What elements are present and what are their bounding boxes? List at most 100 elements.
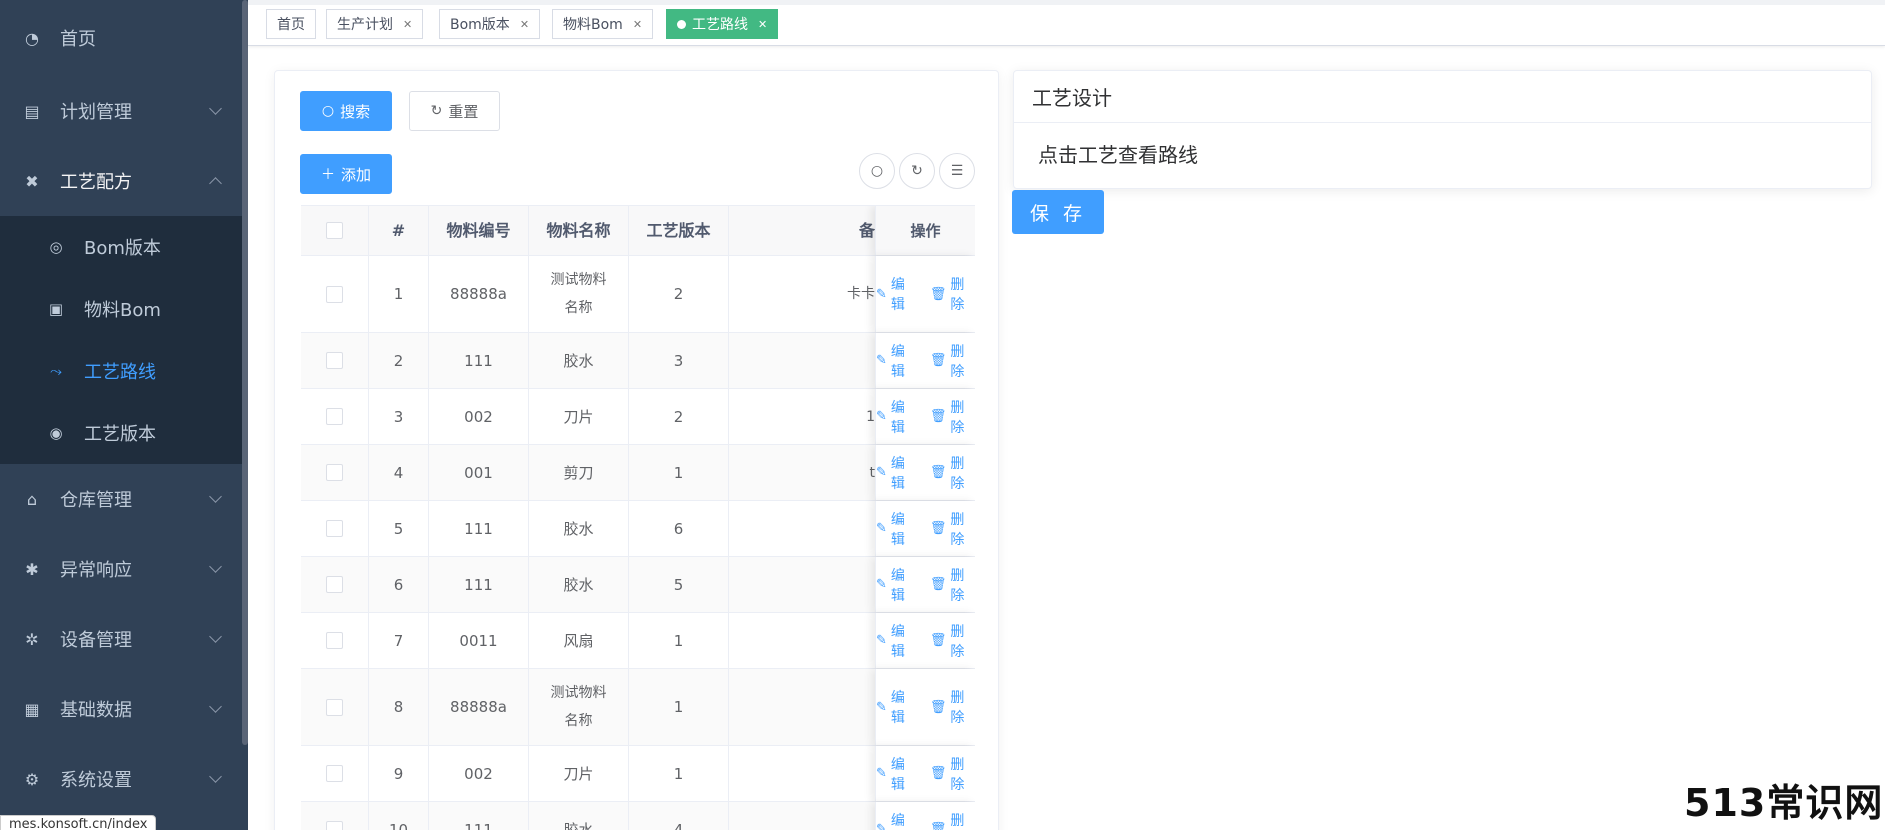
edit-button[interactable]: ✎编辑: [876, 453, 916, 493]
table-row[interactable]: 9 002 刀片 1 ✎ 编辑 🗑 删除: [301, 746, 975, 802]
refresh-table-button[interactable]: ↻: [899, 153, 935, 189]
header-material-code: 物料编号: [429, 206, 529, 255]
sidebar-item-home[interactable]: ◔ 首页: [0, 0, 248, 76]
trash-icon: 🗑: [929, 465, 947, 480]
edit-button[interactable]: ✎编辑: [876, 397, 916, 437]
edit-icon: ✎: [876, 286, 887, 302]
chevron-down-icon: [209, 700, 222, 713]
sidebar-item-material-bom[interactable]: ▣ 物料Bom: [0, 278, 248, 340]
chevron-down-icon: [209, 490, 222, 503]
edit-button[interactable]: ✎编辑: [876, 274, 916, 314]
edit-icon: ✎: [876, 822, 887, 830]
delete-button[interactable]: 🗑删除: [930, 453, 975, 493]
edit-button[interactable]: ✎编辑: [876, 565, 916, 605]
table-row[interactable]: 2 111 胶水 3 ✎ 编辑 🗑 删除: [301, 333, 975, 389]
select-all-checkbox[interactable]: [326, 222, 343, 239]
route-icon: ⤳: [49, 362, 62, 380]
delete-button[interactable]: 🗑删除: [930, 754, 975, 794]
tag-material-bom[interactable]: 物料Bom ✕: [552, 9, 654, 39]
row-actions: ✎编辑 🗑删除: [875, 669, 975, 745]
sidebar-item-label: 仓库管理: [60, 490, 132, 511]
close-icon[interactable]: ✕: [633, 18, 642, 31]
edit-button[interactable]: ✎编辑: [876, 341, 916, 381]
close-icon[interactable]: ✕: [403, 18, 412, 31]
row-checkbox[interactable]: [326, 632, 343, 649]
reset-button[interactable]: ↻ 重置: [409, 91, 500, 131]
edit-button[interactable]: ✎编辑: [876, 687, 916, 727]
row-checkbox[interactable]: [326, 285, 343, 303]
version-icon: ◎: [49, 238, 63, 256]
table-row[interactable]: 7 0011 风扇 1 ✎ 编辑 🗑 删除: [301, 613, 975, 669]
row-material-name: 风扇: [529, 613, 629, 668]
save-button[interactable]: 保 存: [1012, 190, 1104, 234]
table-row[interactable]: 4 001 剪刀 1 t ✎ 编辑 🗑 删除: [301, 445, 975, 501]
tag-process-route[interactable]: 工艺路线 ✕: [666, 9, 779, 39]
tag-home[interactable]: 首页: [266, 9, 316, 39]
table-row[interactable]: 3 002 刀片 2 1 ✎ 编辑 🗑 删除: [301, 389, 975, 445]
row-material-code: 111: [429, 802, 529, 830]
sidebar-item-system[interactable]: ⚙ 系统设置: [0, 744, 248, 814]
table-row[interactable]: 10111胶水4 ✎编辑 🗑删除: [301, 802, 975, 830]
trash-icon: 🗑: [929, 521, 947, 536]
row-checkbox[interactable]: [326, 464, 343, 481]
row-index: 9: [369, 746, 429, 801]
table-row[interactable]: 5 111 胶水 6 ✎ 编辑 🗑 删除: [301, 501, 975, 557]
table-row[interactable]: 6 111 胶水 5 ✎ 编辑 🗑 删除: [301, 557, 975, 613]
table-row[interactable]: 8 88888a 测试物料名称 1 ✎ 编辑 🗑 删除: [301, 669, 975, 746]
edit-button[interactable]: ✎编辑: [876, 754, 916, 794]
sidebar-item-exception[interactable]: ✱ 异常响应: [0, 534, 248, 604]
toggle-search-button[interactable]: ○: [859, 153, 895, 189]
trash-icon: 🗑: [929, 822, 947, 830]
chevron-up-icon: [209, 177, 222, 190]
tag-bom-version[interactable]: Bom版本 ✕: [439, 9, 541, 39]
bug-icon: ✱: [25, 559, 39, 579]
row-checkbox[interactable]: [326, 698, 343, 716]
gear-icon: ✲: [25, 629, 39, 649]
row-checkbox[interactable]: [326, 352, 343, 369]
tag-label: 工艺路线: [692, 17, 748, 33]
sidebar-item-bom-version[interactable]: ◎ Bom版本: [0, 216, 248, 278]
box-icon: ▣: [48, 300, 64, 318]
sidebar-item-warehouse[interactable]: ⌂ 仓库管理: [0, 464, 248, 534]
add-button[interactable]: ＋ 添加: [300, 154, 392, 194]
delete-button[interactable]: 🗑删除: [930, 509, 975, 549]
sidebar-item-process-route[interactable]: ⤳ 工艺路线: [0, 340, 248, 402]
search-button[interactable]: ○ 搜索: [300, 91, 392, 131]
process-design-hint: 点击工艺查看路线: [1038, 143, 1198, 167]
delete-button[interactable]: 🗑删除: [930, 810, 975, 830]
row-checkbox[interactable]: [326, 520, 343, 537]
table-row[interactable]: 1 88888a 测试物料名称 2 卡卡 ✎ 编辑 🗑 删除: [301, 256, 975, 333]
edit-icon: ✎: [876, 353, 887, 368]
close-icon[interactable]: ✕: [520, 18, 529, 31]
row-remark: [729, 501, 875, 556]
sidebar-item-equipment[interactable]: ✲ 设备管理: [0, 604, 248, 674]
delete-button[interactable]: 🗑删除: [930, 341, 975, 381]
row-checkbox[interactable]: [326, 576, 343, 593]
row-checkbox[interactable]: [326, 765, 343, 782]
sidebar-item-plan[interactable]: ▤ 计划管理: [0, 76, 248, 146]
tag-label: 生产计划: [337, 17, 393, 33]
edit-button[interactable]: ✎编辑: [876, 621, 916, 661]
sidebar-item-process-version[interactable]: ◉ 工艺版本: [0, 402, 248, 464]
row-checkbox[interactable]: [326, 408, 343, 425]
sidebar-item-basic-data[interactable]: ▦ 基础数据: [0, 674, 248, 744]
row-index: 7: [369, 613, 429, 668]
delete-button[interactable]: 🗑删除: [930, 565, 975, 605]
sidebar-scrollbar[interactable]: [242, 0, 248, 745]
close-icon[interactable]: ✕: [758, 18, 767, 31]
delete-label: 删除: [950, 511, 965, 548]
delete-button[interactable]: 🗑删除: [930, 621, 975, 661]
sidebar-item-process[interactable]: ✖ 工艺配方: [0, 146, 248, 216]
sidebar-item-label: 工艺配方: [60, 172, 132, 193]
row-checkbox[interactable]: [326, 821, 343, 830]
columns-setting-button[interactable]: ☰: [939, 153, 975, 189]
tag-production-plan[interactable]: 生产计划 ✕: [326, 9, 424, 39]
edit-button[interactable]: ✎编辑: [876, 509, 916, 549]
row-index: 5: [369, 501, 429, 556]
sidebar-item-label: 设备管理: [60, 630, 132, 651]
delete-button[interactable]: 🗑删除: [930, 687, 975, 727]
delete-button[interactable]: 🗑删除: [930, 397, 975, 437]
edit-button[interactable]: ✎编辑: [876, 810, 916, 830]
delete-button[interactable]: 🗑删除: [930, 274, 975, 314]
chevron-down-icon: [209, 770, 222, 783]
